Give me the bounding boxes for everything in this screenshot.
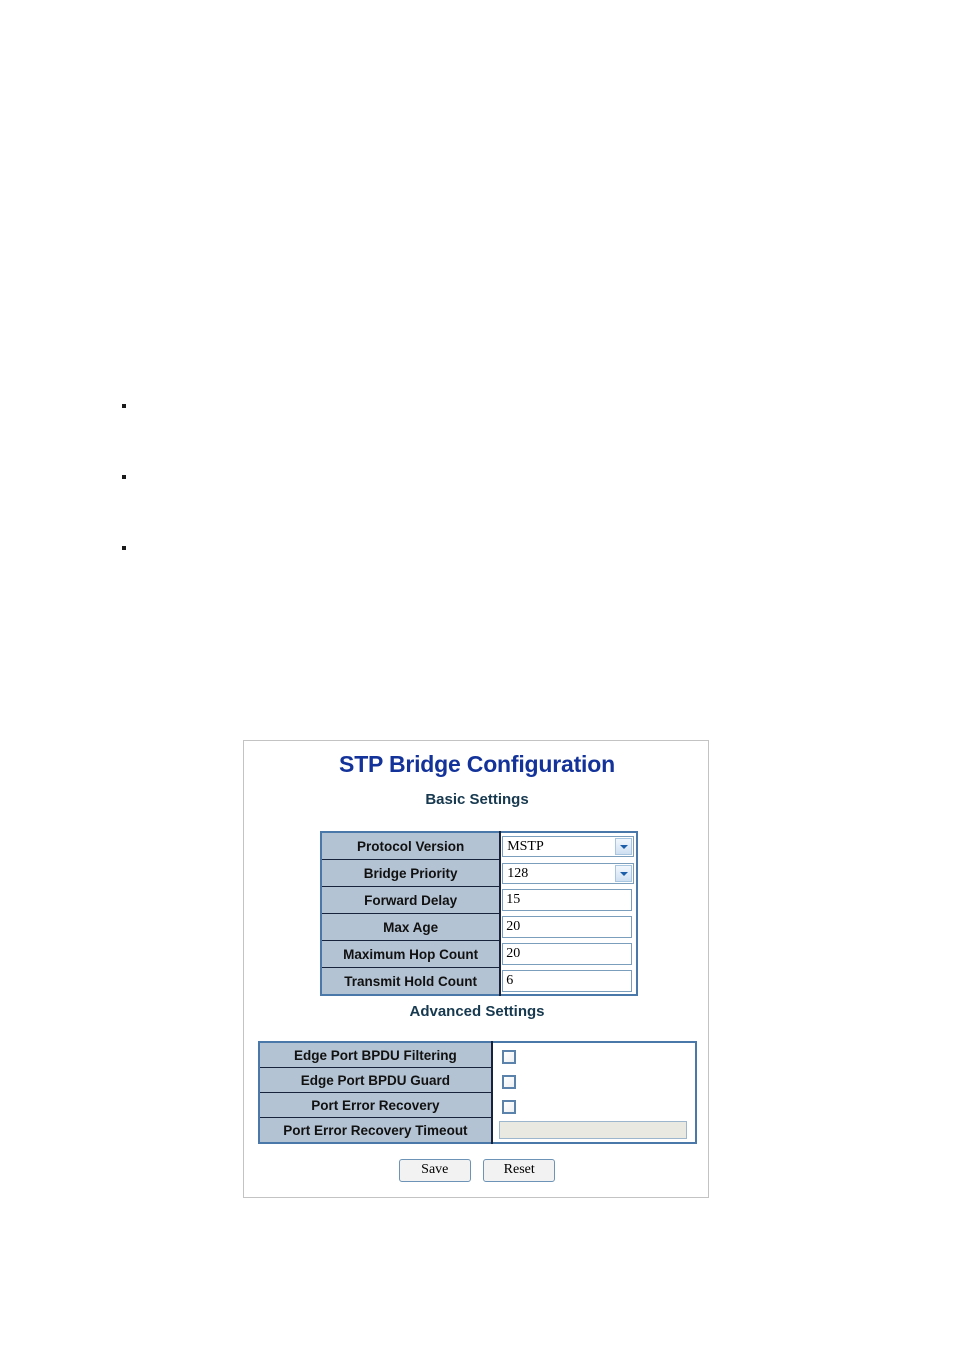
row-label-edge-port-bpdu-guard: Edge Port BPDU Guard bbox=[259, 1067, 493, 1093]
basic-settings-heading: Basic Settings bbox=[425, 791, 529, 808]
row-label-max-age: Max Age bbox=[321, 913, 502, 941]
row-label-port-error-recovery: Port Error Recovery bbox=[259, 1092, 493, 1118]
port-error-recovery-checkbox[interactable] bbox=[501, 1099, 516, 1114]
advanced-settings-heading: Advanced Settings bbox=[409, 1003, 545, 1020]
table-row: Port Error Recovery bbox=[259, 1092, 696, 1118]
row-label-maximum-hop-count: Maximum Hop Count bbox=[321, 940, 502, 968]
protocol-version-select[interactable]: MSTP bbox=[502, 835, 634, 857]
row-label-bridge-priority: Bridge Priority bbox=[321, 859, 502, 887]
save-button[interactable]: Save bbox=[398, 1159, 471, 1182]
table-row: Bridge Priority 128 bbox=[321, 859, 637, 887]
page-title: STP Bridge Configuration bbox=[339, 751, 615, 777]
transmit-hold-count-input[interactable] bbox=[502, 969, 633, 992]
table-row: Edge Port BPDU Filtering bbox=[259, 1042, 696, 1068]
row-value-port-error-recovery bbox=[491, 1092, 696, 1118]
table-row: Transmit Hold Count bbox=[321, 967, 637, 995]
square-bullet-icon bbox=[122, 475, 126, 479]
basic-settings-table: Protocol Version MSTP Bridge Priority 12… bbox=[320, 831, 638, 996]
max-age-input[interactable] bbox=[502, 916, 633, 938]
forward-delay-input[interactable] bbox=[502, 889, 633, 911]
row-value-protocol-version: MSTP bbox=[500, 832, 637, 860]
square-bullet-icon bbox=[122, 404, 126, 408]
protocol-version-value: MSTP bbox=[507, 838, 544, 854]
bridge-priority-select[interactable]: 128 bbox=[502, 862, 634, 884]
row-value-maximum-hop-count bbox=[500, 940, 637, 968]
maximum-hop-count-input[interactable] bbox=[502, 943, 633, 965]
row-label-protocol-version: Protocol Version bbox=[321, 832, 502, 860]
stp-bridge-configuration-panel: STP Bridge Configuration Basic Settings … bbox=[243, 740, 709, 1198]
table-row: Port Error Recovery Timeout bbox=[259, 1117, 696, 1143]
table-row: Protocol Version MSTP bbox=[321, 832, 637, 860]
row-value-forward-delay bbox=[500, 886, 637, 914]
row-value-edge-port-bpdu-filtering bbox=[491, 1042, 696, 1068]
reset-button[interactable]: Reset bbox=[483, 1159, 556, 1182]
chevron-down-icon[interactable] bbox=[615, 864, 632, 882]
chevron-down-icon[interactable] bbox=[615, 837, 632, 855]
edge-port-bpdu-filtering-checkbox[interactable] bbox=[501, 1049, 516, 1064]
document-page: STP Bridge Configuration Basic Settings … bbox=[0, 0, 954, 1350]
row-value-max-age bbox=[500, 913, 637, 941]
list-item bbox=[118, 469, 818, 540]
row-label-port-error-recovery-timeout: Port Error Recovery Timeout bbox=[259, 1117, 493, 1143]
row-label-forward-delay: Forward Delay bbox=[321, 886, 502, 914]
table-row: Max Age bbox=[321, 913, 637, 941]
row-label-edge-port-bpdu-filtering: Edge Port BPDU Filtering bbox=[259, 1042, 493, 1068]
bridge-priority-value: 128 bbox=[507, 865, 529, 881]
list-item bbox=[118, 398, 818, 469]
bullet-list bbox=[118, 398, 818, 611]
square-bullet-icon bbox=[122, 546, 126, 550]
row-label-transmit-hold-count: Transmit Hold Count bbox=[321, 967, 502, 995]
form-actions: Save Reset bbox=[244, 1159, 710, 1182]
row-value-transmit-hold-count bbox=[500, 967, 637, 995]
table-row: Maximum Hop Count bbox=[321, 940, 637, 968]
edge-port-bpdu-guard-checkbox[interactable] bbox=[501, 1074, 516, 1089]
row-value-port-error-recovery-timeout bbox=[491, 1117, 696, 1143]
advanced-settings-table: Edge Port BPDU Filtering Edge Port BPDU … bbox=[258, 1041, 697, 1144]
table-row: Forward Delay bbox=[321, 886, 637, 914]
row-value-edge-port-bpdu-guard bbox=[491, 1067, 696, 1093]
row-value-bridge-priority: 128 bbox=[500, 859, 637, 887]
table-row: Edge Port BPDU Guard bbox=[259, 1067, 696, 1093]
port-error-recovery-timeout-input bbox=[498, 1120, 687, 1139]
list-item bbox=[118, 540, 818, 611]
